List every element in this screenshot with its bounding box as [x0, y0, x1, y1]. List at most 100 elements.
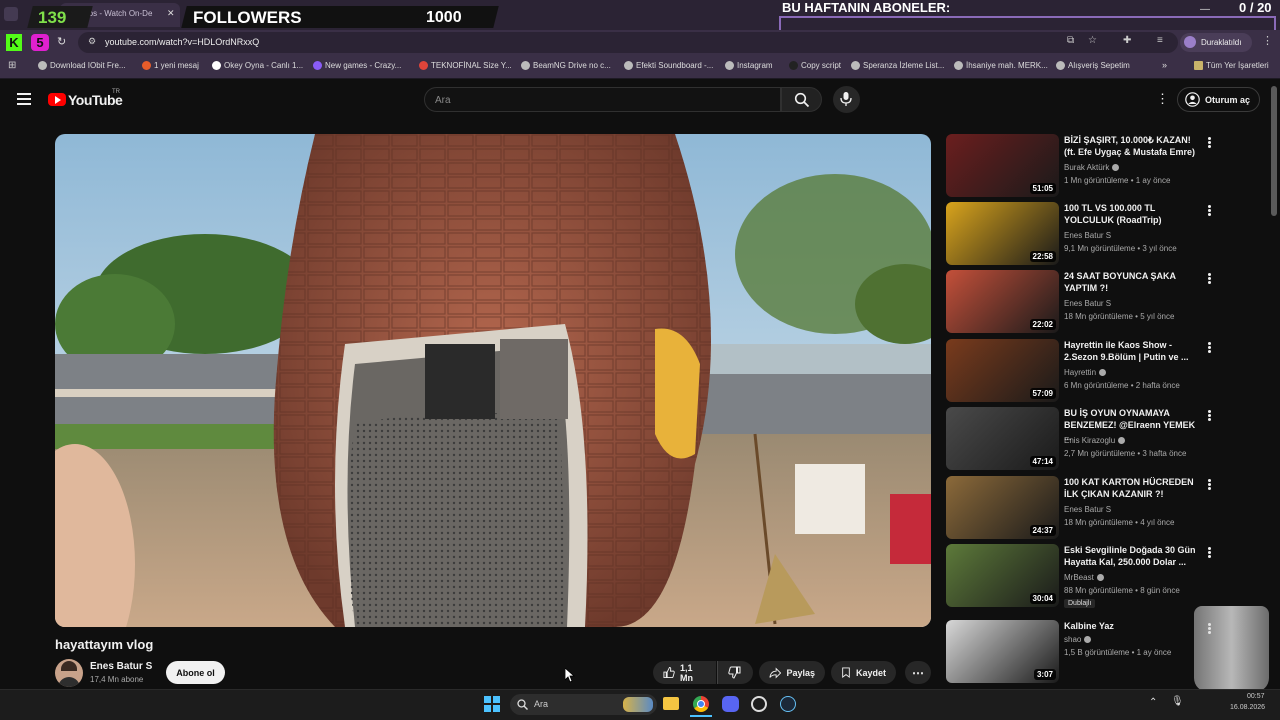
channel-name[interactable]: Enes Batur S — [90, 661, 152, 672]
bookmark-item[interactable]: Okey Oyna - Canlı 1... — [212, 61, 303, 70]
upload-age: 3 hafta önce — [1142, 449, 1187, 458]
tab-search-button[interactable] — [4, 7, 18, 21]
search-button[interactable] — [781, 87, 822, 112]
recommendation-thumbnail[interactable]: 57:09 — [946, 339, 1059, 402]
tab-close-icon[interactable]: ✕ — [167, 8, 175, 19]
recommendation-more-icon[interactable] — [1204, 409, 1214, 423]
taskbar-search-input[interactable]: Ara — [510, 694, 657, 715]
dubbed-badge: Dublajlı — [1064, 599, 1096, 608]
apps-grid-icon[interactable]: ⊞ — [8, 60, 16, 71]
clock-date[interactable]: 16.08.2026 — [1230, 704, 1265, 711]
recommendation-card[interactable]: 57:09 Hayrettin ile Kaos Show - 2.Sezon 9… — [946, 339, 1221, 403]
recommendation-channel[interactable]: Hayrettin — [1064, 368, 1204, 377]
recommendation-thumbnail[interactable]: 3:07 — [946, 620, 1059, 683]
voice-search-button[interactable] — [833, 86, 860, 113]
save-button[interactable]: Kaydet — [831, 661, 896, 684]
recommendation-channel[interactable]: Burak Aktürk — [1064, 163, 1204, 172]
recommendation-channel[interactable]: Enes Batur S — [1064, 231, 1204, 240]
recommendation-channel[interactable]: Enis Kirazoglu — [1064, 436, 1204, 445]
recommendation-title[interactable]: Eski Sevgilinle Doğada 30 Gün Hayatta Ka… — [1064, 544, 1202, 568]
steam-icon[interactable] — [780, 696, 796, 712]
recommendation-title[interactable]: Kalbine Yaz — [1064, 620, 1202, 632]
recommendation-title[interactable]: Hayrettin ile Kaos Show - 2.Sezon 9.Bölü… — [1064, 339, 1202, 363]
bookmark-star-icon[interactable]: ☆ — [1088, 35, 1097, 46]
discord-icon[interactable] — [722, 696, 739, 712]
recommendation-thumbnail[interactable]: 47:14 — [946, 407, 1059, 470]
sign-in-button[interactable]: Oturum aç — [1177, 87, 1260, 112]
bookmark-item[interactable]: Efekti Soundboard -... — [624, 61, 713, 70]
bookmark-item[interactable]: İhsaniye mah. MERK... — [954, 61, 1048, 70]
windows-start-icon[interactable] — [484, 696, 500, 712]
chrome-icon[interactable] — [693, 696, 709, 712]
video-player[interactable] — [55, 134, 931, 627]
file-explorer-icon[interactable] — [663, 697, 679, 710]
clock-time[interactable]: 00:57 — [1247, 693, 1265, 700]
extensions-icon[interactable]: ✚ — [1123, 35, 1131, 46]
bookmark-item[interactable]: Alışveriş Sepetim — [1056, 61, 1130, 70]
recommendation-more-icon[interactable] — [1204, 341, 1214, 355]
recommendation-more-icon[interactable] — [1204, 136, 1214, 150]
recommendation-card[interactable]: 22:02 24 SAAT BOYUNCA ŞAKA YAPTIM ?! Enes … — [946, 270, 1221, 334]
recommendation-thumbnail[interactable]: 30:04 — [946, 544, 1059, 607]
bookmark-item[interactable]: TEKNOFİNAL Size Y... — [419, 61, 512, 70]
omnibox[interactable]: ⚙ youtube.com/watch?v=HDLOrdNRxxQ ⧉ ☆ — [78, 32, 1178, 53]
recommendation-thumbnail[interactable]: 22:58 — [946, 202, 1059, 265]
reload-icon[interactable]: ↻ — [57, 35, 66, 48]
minimize-icon[interactable]: — — [1200, 4, 1210, 15]
recommendation-card[interactable]: 47:14 BU İŞ OYUN OYNAMAYA BENZEMEZ! @Elra… — [946, 407, 1221, 471]
bookmark-favicon-icon — [142, 61, 151, 70]
channel-avatar[interactable] — [55, 659, 83, 687]
recommendation-card[interactable]: 51:05 BİZİ ŞAŞIRT, 10.000₺ KAZAN! (ft. Ef… — [946, 134, 1221, 198]
recommendation-more-icon[interactable] — [1204, 478, 1214, 492]
recommendation-channel[interactable]: Enes Batur S — [1064, 505, 1204, 514]
bookmark-item[interactable]: Copy script — [789, 61, 841, 70]
all-bookmarks-folder[interactable]: Tüm Yer İşaretleri — [1194, 61, 1269, 70]
recommendation-title[interactable]: 24 SAAT BOYUNCA ŞAKA YAPTIM ?! — [1064, 270, 1202, 294]
tray-microphone-icon[interactable]: 🎙 — [1171, 696, 1184, 707]
bookmark-item[interactable]: Instagram — [725, 61, 773, 70]
recommendation-card[interactable]: 22:58 100 TL VS 100.000 TL YOLCULUK (Road… — [946, 202, 1221, 266]
recommendation-more-icon[interactable] — [1204, 272, 1214, 286]
subscribe-button[interactable]: Abone ol — [166, 661, 225, 684]
verified-badge-icon — [1118, 437, 1126, 445]
recommendation-title[interactable]: 100 TL VS 100.000 TL YOLCULUK (RoadTrip) — [1064, 202, 1202, 226]
tray-overflow-icon[interactable]: ⌃ — [1149, 697, 1157, 708]
recommendation-title[interactable]: BİZİ ŞAŞIRT, 10.000₺ KAZAN! (ft. Efe Uyg… — [1064, 134, 1202, 158]
share-button[interactable]: Paylaş — [759, 661, 825, 684]
recommendation-more-icon[interactable] — [1204, 204, 1214, 218]
bookmark-favicon-icon — [789, 61, 798, 70]
recommendation-channel[interactable]: MrBeast — [1064, 573, 1204, 582]
recommendation-channel[interactable]: shao — [1064, 635, 1204, 644]
site-info-icon[interactable]: ⚙ — [88, 36, 96, 47]
dislike-button[interactable] — [717, 661, 753, 684]
bookmark-item[interactable]: New games - Crazy... — [313, 61, 401, 70]
bookmark-item[interactable]: BeamNG Drive no c... — [521, 61, 611, 70]
install-icon[interactable]: ⧉ — [1067, 35, 1074, 46]
recommendation-card[interactable]: 3:07 Kalbine Yaz shao 1,5 B görüntüleme • 1… — [946, 620, 1221, 684]
bookmarks-overflow-icon[interactable]: » — [1162, 60, 1167, 70]
bookmark-item[interactable]: Download IObit Fre... — [38, 61, 126, 70]
recommendation-thumbnail[interactable]: 24:37 — [946, 476, 1059, 539]
bookmark-item[interactable]: 1 yeni mesaj — [142, 61, 199, 70]
youtube-logo-icon[interactable] — [48, 93, 66, 106]
recommendation-thumbnail[interactable]: 51:05 — [946, 134, 1059, 197]
recommendation-card[interactable]: 30:04 Eski Sevgilinle Doğada 30 Gün Hayat… — [946, 544, 1221, 608]
recommendation-more-icon[interactable] — [1204, 546, 1214, 560]
app-icon[interactable] — [751, 696, 767, 712]
video-duration: 47:14 — [1029, 456, 1056, 467]
recommendation-thumbnail[interactable]: 22:02 — [946, 270, 1059, 333]
recommendation-card[interactable]: 24:37 100 KAT KARTON HÜCREDEN İLK ÇIKAN K… — [946, 476, 1221, 540]
media-icon[interactable]: ≡ — [1157, 35, 1163, 46]
more-actions-button[interactable]: ⋯ — [905, 661, 931, 684]
hamburger-menu-icon[interactable] — [17, 93, 31, 105]
browser-menu-icon[interactable]: ⋮ — [1262, 34, 1273, 47]
profile-paused-button[interactable]: Duraklatıldı — [1180, 33, 1252, 52]
page-scrollbar[interactable] — [1271, 86, 1277, 216]
settings-menu-icon[interactable]: ⋮ — [1156, 91, 1169, 107]
like-button[interactable]: 1,1 Mn — [653, 661, 716, 684]
recommendation-channel[interactable]: Enes Batur S — [1064, 299, 1204, 308]
search-input[interactable]: Ara — [424, 87, 781, 112]
verified-badge-icon — [1084, 636, 1092, 644]
recommendation-title[interactable]: 100 KAT KARTON HÜCREDEN İLK ÇIKAN KAZANI… — [1064, 476, 1202, 500]
bookmark-item[interactable]: Speranza İzleme List... — [851, 61, 944, 70]
